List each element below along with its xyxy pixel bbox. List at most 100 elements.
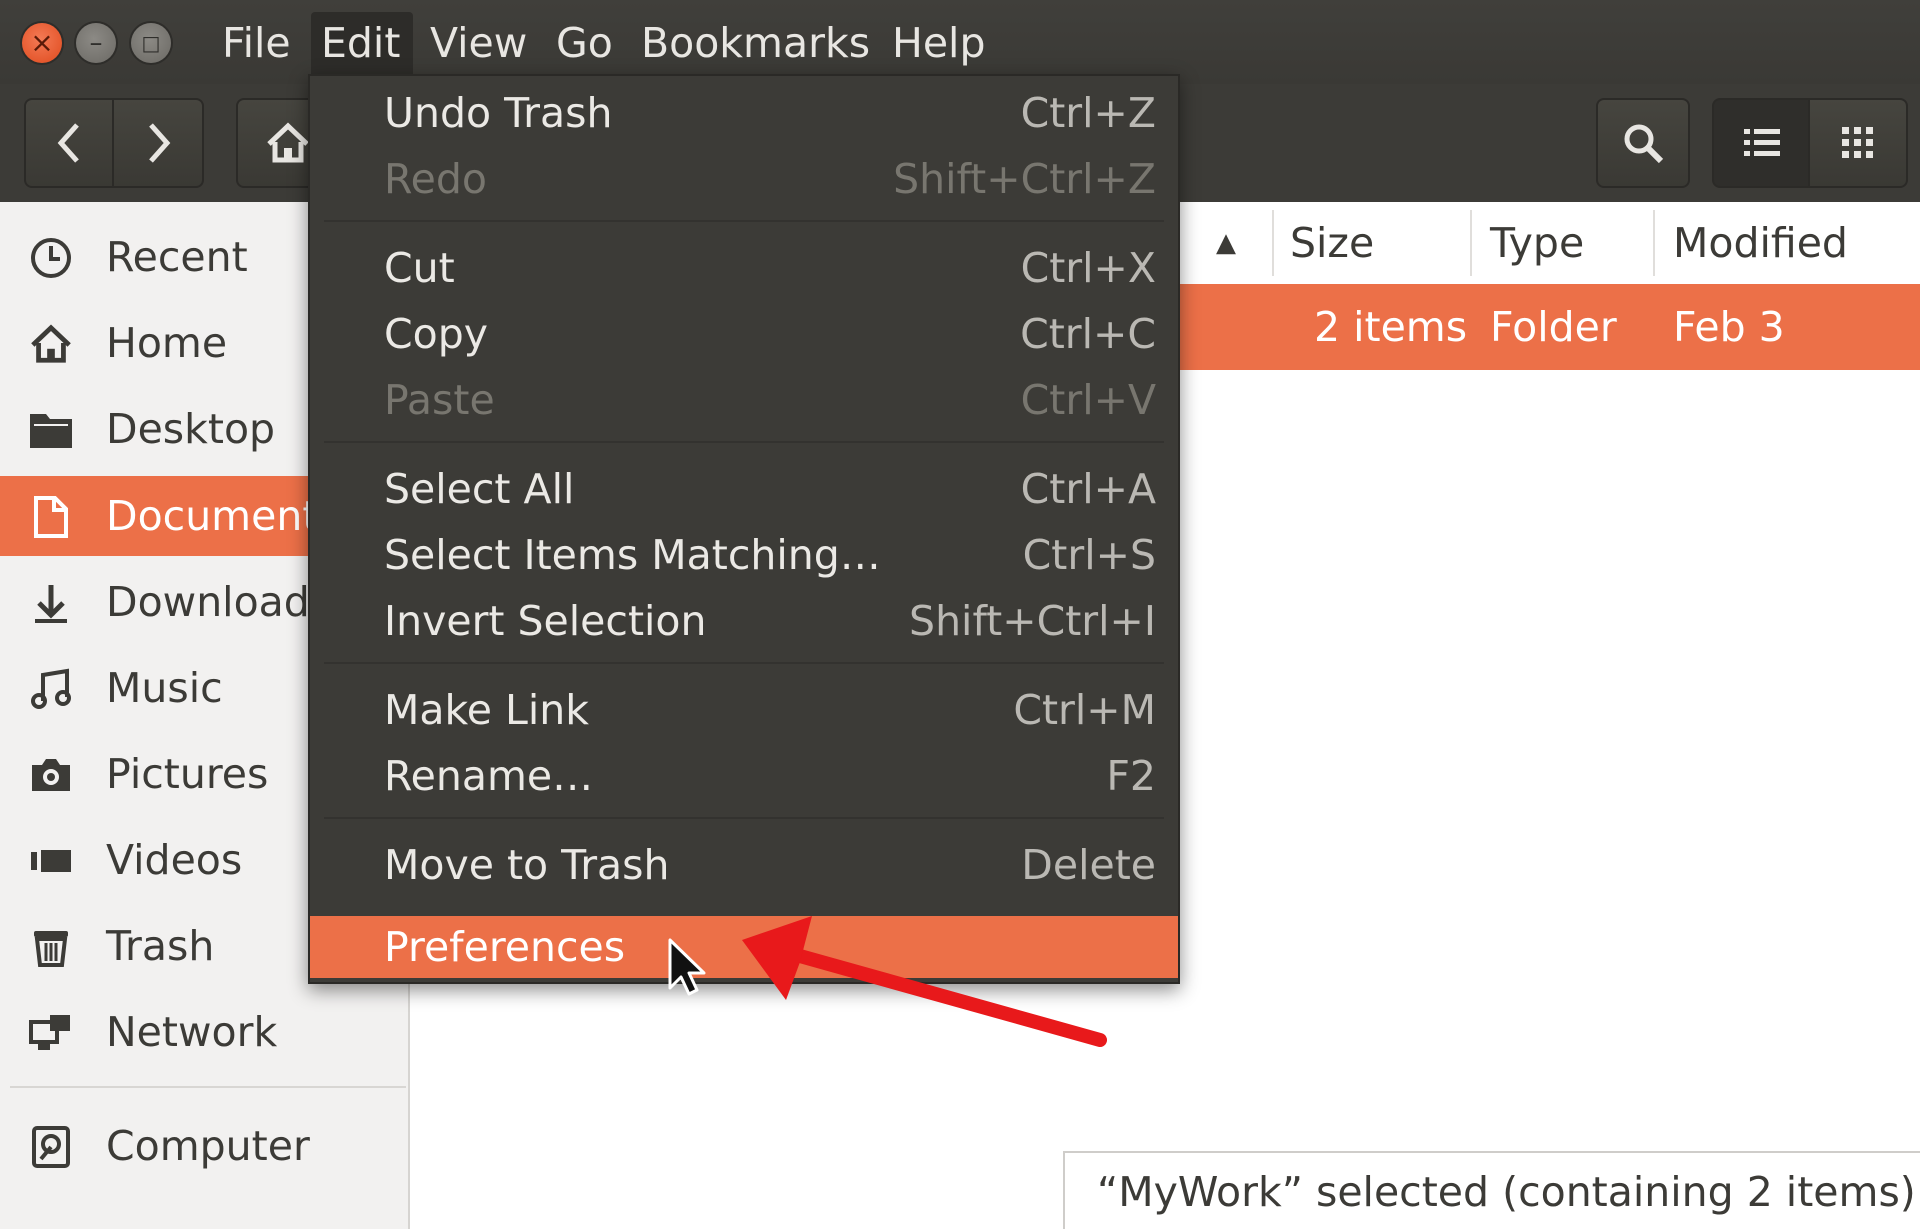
menu-bookmarks[interactable]: Bookmarks — [631, 12, 880, 74]
sidebar-item-label: Home — [106, 319, 228, 367]
menu-separator — [324, 662, 1164, 664]
menu-file[interactable]: File — [212, 12, 301, 74]
download-icon — [28, 580, 74, 626]
menu-item-shortcut: Ctrl+M — [1013, 686, 1156, 734]
back-button[interactable] — [24, 98, 116, 188]
sidebar-item-label: Videos — [106, 836, 243, 884]
menu-item-shortcut: Ctrl+V — [1020, 376, 1156, 424]
drive-icon — [28, 1124, 74, 1170]
cell-type: Folder — [1490, 303, 1617, 351]
forward-button[interactable] — [112, 98, 204, 188]
menu-separator — [324, 441, 1164, 443]
sort-ascending-icon[interactable]: ▲ — [1216, 202, 1236, 284]
search-button[interactable] — [1596, 98, 1690, 188]
column-divider — [1470, 210, 1472, 276]
menu-item-rename[interactable]: Rename… F2 — [310, 743, 1178, 809]
menu-item-shortcut: Ctrl+C — [1020, 310, 1156, 358]
menu-view[interactable]: View — [420, 12, 537, 74]
edit-menu-dropdown: Undo Trash Ctrl+Z Redo Shift+Ctrl+Z Cut … — [308, 74, 1180, 984]
status-bar: “MyWork” selected (containing 2 items) — [1063, 1151, 1920, 1229]
menu-separator — [324, 817, 1164, 819]
menu-separator — [324, 220, 1164, 222]
menu-item-shortcut: Shift+Ctrl+Z — [893, 155, 1156, 203]
grid-view-icon — [1842, 127, 1873, 158]
sidebar-item-label: Documents — [106, 492, 340, 540]
clock-icon — [28, 235, 74, 281]
sidebar-item-computer[interactable]: Computer — [0, 1106, 408, 1186]
menu-item-shortcut: Shift+Ctrl+I — [909, 597, 1156, 645]
menu-item-cut[interactable]: Cut Ctrl+X — [310, 235, 1178, 301]
camera-icon — [28, 752, 74, 798]
menu-item-label: Rename… — [384, 752, 594, 800]
column-header-modified[interactable]: Modified — [1673, 202, 1848, 284]
cell-size: 2 items — [1314, 303, 1468, 351]
menu-item-undo-trash[interactable]: Undo Trash Ctrl+Z — [310, 80, 1178, 146]
menu-item-label: Select Items Matching… — [384, 531, 881, 579]
sidebar-item-label: Downloads — [106, 578, 332, 626]
menu-item-label: Select All — [384, 465, 575, 513]
menu-item-label: Invert Selection — [384, 597, 707, 645]
maximize-window-button[interactable]: □ — [131, 23, 171, 63]
menu-item-label: Copy — [384, 310, 489, 358]
trash-icon — [28, 924, 74, 970]
menu-item-shortcut: Ctrl+S — [1022, 531, 1156, 579]
list-view-button[interactable] — [1712, 98, 1812, 188]
list-view-icon — [1744, 129, 1780, 156]
column-header-type[interactable]: Type — [1490, 202, 1584, 284]
menu-item-shortcut: Ctrl+A — [1020, 465, 1156, 513]
music-icon — [28, 666, 74, 712]
sidebar-item-label: Network — [106, 1008, 278, 1056]
cell-modified: Feb 3 — [1673, 303, 1785, 351]
minimize-window-button[interactable]: – — [76, 23, 116, 63]
menu-item-move-to-trash[interactable]: Move to Trash Delete — [310, 832, 1178, 898]
sidebar-item-label: Trash — [106, 922, 215, 970]
sidebar-item-label: Music — [106, 664, 223, 712]
menu-item-label: Preferences — [384, 923, 626, 971]
menu-item-select-all[interactable]: Select All Ctrl+A — [310, 456, 1178, 522]
menu-item-shortcut: Ctrl+X — [1020, 244, 1156, 292]
column-divider — [1653, 210, 1655, 276]
document-icon — [28, 494, 74, 540]
sidebar-separator — [10, 1086, 406, 1088]
menu-item-preferences[interactable]: Preferences — [310, 916, 1178, 978]
home-icon — [28, 321, 74, 367]
menu-item-label: Redo — [384, 155, 487, 203]
video-icon — [28, 838, 74, 884]
home-icon — [267, 122, 309, 163]
folder-icon — [28, 407, 74, 453]
menu-item-paste: Paste Ctrl+V — [310, 367, 1178, 433]
menubar: × – □ File Edit View Go Bookmarks Help — [0, 0, 1920, 84]
minimize-icon: – — [89, 28, 103, 58]
maximize-icon: □ — [141, 31, 161, 55]
grid-view-button[interactable] — [1808, 98, 1908, 188]
menu-item-label: Make Link — [384, 686, 589, 734]
menu-item-label: Cut — [384, 244, 455, 292]
menu-item-invert-selection[interactable]: Invert Selection Shift+Ctrl+I — [310, 588, 1178, 654]
menu-item-label: Move to Trash — [384, 841, 670, 889]
column-divider — [1272, 210, 1274, 276]
search-icon — [1624, 124, 1664, 164]
sidebar-item-label: Pictures — [106, 750, 269, 798]
sidebar-item-label: Desktop — [106, 405, 276, 453]
menu-item-redo: Redo Shift+Ctrl+Z — [310, 146, 1178, 212]
menu-item-shortcut: Delete — [1021, 841, 1156, 889]
close-icon: × — [30, 26, 54, 59]
sidebar-item-label: Recent — [106, 233, 248, 281]
sidebar-item-label: Computer — [106, 1122, 310, 1170]
menu-item-shortcut: Ctrl+Z — [1020, 89, 1156, 137]
menu-item-label: Paste — [384, 376, 495, 424]
close-window-button[interactable]: × — [22, 23, 62, 63]
network-icon — [28, 1010, 74, 1056]
menu-go[interactable]: Go — [546, 12, 623, 74]
sidebar-item-network[interactable]: Network — [0, 992, 408, 1072]
menu-item-make-link[interactable]: Make Link Ctrl+M — [310, 677, 1178, 743]
menu-item-copy[interactable]: Copy Ctrl+C — [310, 301, 1178, 367]
menu-help[interactable]: Help — [882, 12, 995, 74]
menu-item-shortcut: F2 — [1106, 752, 1156, 800]
menu-edit[interactable]: Edit — [311, 12, 413, 74]
column-header-size[interactable]: Size — [1290, 202, 1374, 284]
chevron-left-icon — [57, 123, 79, 163]
menu-item-label: Undo Trash — [384, 89, 613, 137]
chevron-right-icon — [149, 123, 171, 163]
menu-item-select-items-matching[interactable]: Select Items Matching… Ctrl+S — [310, 522, 1178, 588]
